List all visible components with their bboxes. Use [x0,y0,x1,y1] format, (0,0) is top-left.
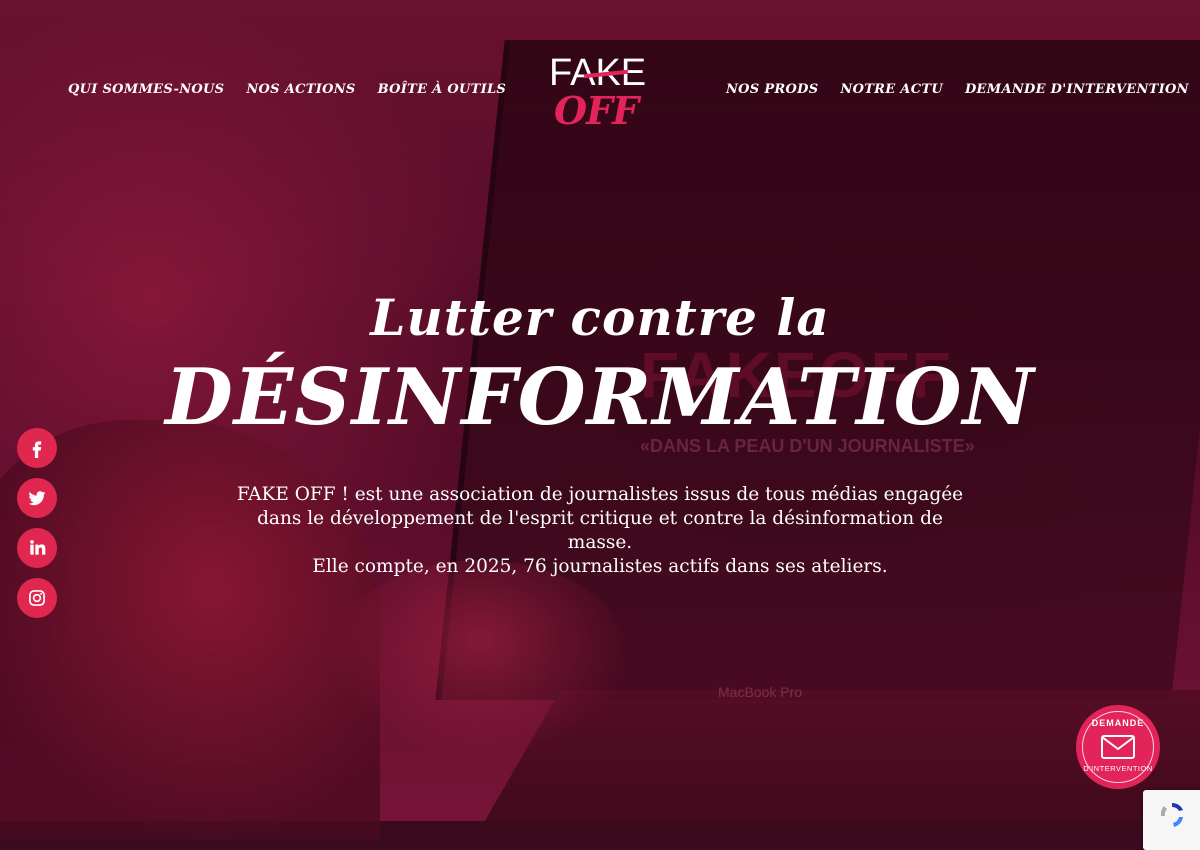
nav-left: QUI SOMMES-NOUS NOS ACTIONS BOÎTE À OUTI… [68,82,506,97]
hero-title-line1: Lutter contre la [370,288,830,347]
nav-item-nos-prods[interactable]: NOS PRODS [726,82,818,97]
recaptcha-widget[interactable] [1143,790,1200,850]
linkedin-button[interactable] [17,528,57,568]
nav-item-qui-sommes-nous[interactable]: QUI SOMMES-NOUS [68,82,224,97]
nav-right: NOS PRODS NOTRE ACTU DEMANDE D'INTERVENT… [726,82,1189,97]
instagram-button[interactable] [17,578,57,618]
logo-off-text: OFF [554,88,639,133]
hero-paragraph-2: Elle compte, en 2025, 76 journalistes ac… [312,556,888,577]
recaptcha-icon [1160,802,1183,827]
site-logo[interactable]: FAKE OFF [546,52,656,133]
twitter-icon [28,491,46,506]
badge-top-text: DEMANDE [1091,718,1145,728]
hero-paragraph-1: FAKE OFF ! est une association de journa… [236,484,964,553]
hero-title-line2: DÉSINFORMATION [165,352,1035,443]
badge-bottom-text: D'INTERVENTION [1083,764,1153,773]
linkedin-icon [30,540,46,555]
nav-item-nos-actions[interactable]: NOS ACTIONS [246,82,355,97]
social-links [17,428,57,618]
nav-item-notre-actu[interactable]: NOTRE ACTU [840,82,943,97]
facebook-button[interactable] [17,428,57,468]
demande-intervention-badge[interactable]: DEMANDE D'INTERVENTION [1076,705,1160,789]
mail-icon [1101,735,1135,759]
twitter-button[interactable] [17,478,57,518]
instagram-icon [29,590,45,606]
facebook-icon [32,441,42,458]
hero-description: FAKE OFF ! est une association de journa… [230,483,970,579]
nav-item-boite-a-outils[interactable]: BOÎTE À OUTILS [378,82,507,97]
nav-item-demande-intervention[interactable]: DEMANDE D'INTERVENTION [965,82,1189,97]
